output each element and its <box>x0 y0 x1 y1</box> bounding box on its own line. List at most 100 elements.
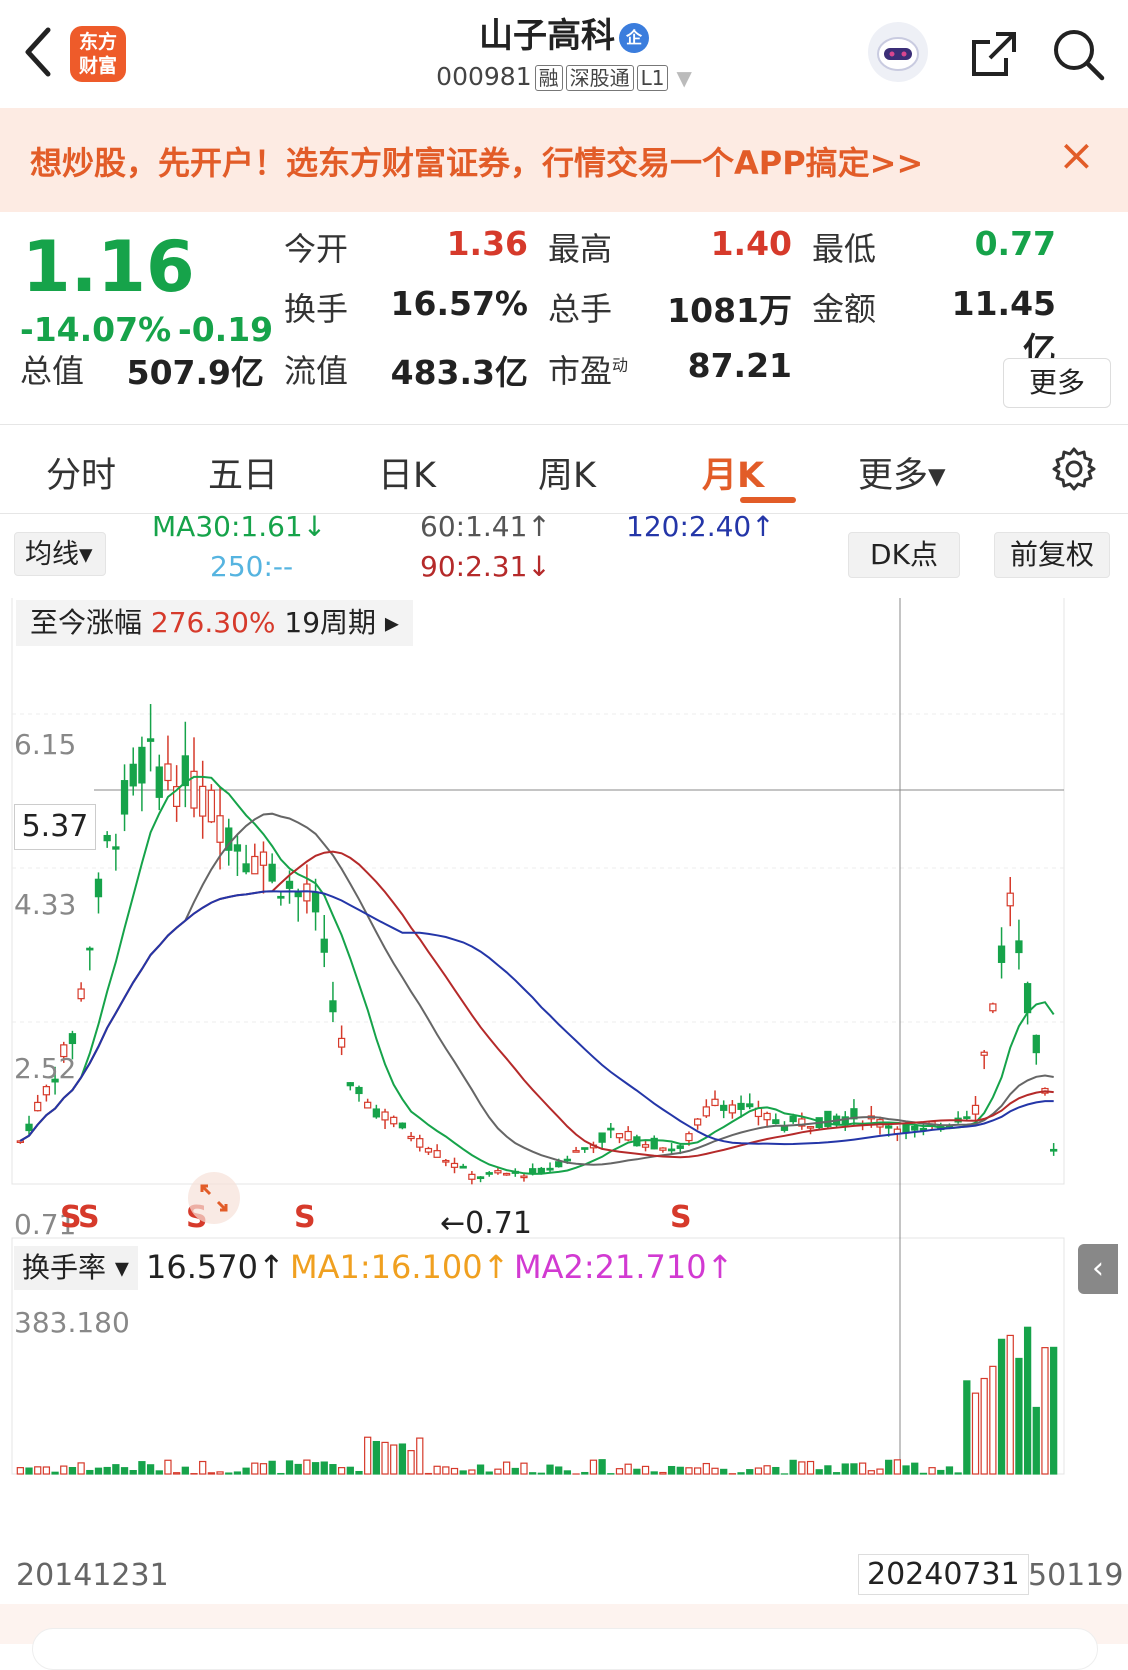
volume-bar <box>556 1467 562 1474</box>
volume-bar <box>816 1470 822 1474</box>
kline-chart[interactable] <box>0 598 1128 1598</box>
adjust-mode-button[interactable]: 前复权 <box>994 532 1110 578</box>
candle-body <box>69 1034 75 1044</box>
share-icon[interactable] <box>968 28 1020 80</box>
candle-body <box>738 1103 744 1109</box>
volume-bar <box>634 1469 640 1474</box>
volume-bar <box>868 1471 874 1474</box>
volume-bar <box>625 1464 631 1474</box>
volume-bar <box>1007 1335 1013 1474</box>
ma-selector[interactable]: 均线▾ <box>14 532 106 576</box>
volume-bar <box>295 1464 301 1474</box>
sell-signal-mark[interactable]: S <box>670 1200 692 1235</box>
candle-body <box>556 1162 562 1167</box>
volume-bar <box>417 1438 423 1474</box>
candle-body <box>165 764 171 781</box>
tab-five-day[interactable]: 五日 <box>208 447 278 498</box>
candle-body <box>113 847 119 849</box>
candle-body <box>972 1105 978 1114</box>
candle-body <box>582 1148 588 1150</box>
candle-body <box>278 897 284 899</box>
more-quote-button[interactable]: 更多 <box>1003 358 1111 408</box>
volume-bar <box>1033 1407 1039 1474</box>
candle-body <box>616 1134 622 1138</box>
volume-bar <box>252 1463 258 1474</box>
candle-body <box>495 1171 501 1173</box>
candle-body <box>643 1145 649 1147</box>
volume-bar <box>478 1465 484 1474</box>
close-icon[interactable]: × <box>1058 134 1095 178</box>
dk-point-button[interactable]: DK点 <box>848 532 960 578</box>
volume-bar <box>860 1463 866 1474</box>
volume-bar <box>773 1468 779 1474</box>
volume-bar <box>764 1466 770 1474</box>
candle-body <box>886 1126 892 1128</box>
volume-value: 1081万 <box>660 284 792 332</box>
volume-bar <box>243 1468 249 1474</box>
candle-body <box>999 946 1005 962</box>
candle-body <box>122 781 128 814</box>
candle-body <box>356 1088 362 1094</box>
candle-body <box>35 1102 41 1110</box>
volume-bar <box>373 1442 379 1474</box>
fullscreen-expand-icon[interactable] <box>186 1170 242 1226</box>
candle-body <box>425 1149 431 1153</box>
tab-more[interactable]: 更多▾ <box>858 447 946 498</box>
open-label: 今开 <box>284 224 348 270</box>
candle-body <box>660 1148 666 1150</box>
volume-bar <box>391 1445 397 1474</box>
candle-body <box>686 1134 692 1141</box>
search-icon[interactable] <box>1050 26 1106 82</box>
dropdown-caret-icon: ▼ <box>676 66 691 90</box>
tab-weekly-k[interactable]: 周K <box>538 447 596 498</box>
amount-label: 金额 <box>812 284 876 330</box>
bottom-input-bar[interactable] <box>32 1628 1098 1670</box>
assistant-robot-icon[interactable] <box>868 22 928 82</box>
tab-daily-k[interactable]: 日K <box>378 447 436 498</box>
tab-monthly-k[interactable]: 月K <box>702 447 764 498</box>
stock-subtitle[interactable]: 000981融深股通L1 ▼ <box>0 62 1128 91</box>
volume-bar <box>495 1469 501 1474</box>
volume-bar <box>269 1461 275 1474</box>
candle-body <box>564 1159 570 1161</box>
mcap-label: 总值 <box>20 346 84 392</box>
candle-body <box>790 1116 796 1121</box>
volume-bar <box>182 1467 188 1474</box>
gear-icon[interactable] <box>1050 445 1098 493</box>
sell-signal-mark[interactable]: S <box>294 1200 316 1235</box>
stock-name: 山子高科 <box>479 16 615 56</box>
volume-bar <box>1016 1358 1022 1474</box>
stock-title: 山子高科企 <box>0 8 1128 57</box>
candle-body <box>130 764 136 786</box>
volume-bar <box>130 1471 136 1474</box>
candle-body <box>286 881 292 888</box>
promo-text[interactable]: 想炒股，先开户！选东方财富证券，行情交易一个APP搞定>> <box>30 138 923 184</box>
volume-bar <box>660 1473 666 1474</box>
volume-bar <box>955 1473 961 1474</box>
volume-bar <box>226 1473 232 1474</box>
volume-bar <box>755 1468 761 1474</box>
volume-bar <box>990 1366 996 1474</box>
float-label: 流值 <box>284 346 348 392</box>
volume-max-label: 383.180 <box>14 1306 130 1339</box>
volume-bar <box>139 1462 145 1474</box>
moving-average-line <box>20 891 1053 1144</box>
period-return-label: 至今涨幅 <box>30 606 142 639</box>
candle-body <box>990 1004 996 1011</box>
tab-intraday[interactable]: 分时 <box>46 447 116 498</box>
volume-indicator-selector[interactable]: 换手率 ▾ <box>14 1246 138 1290</box>
candle-body <box>373 1109 379 1117</box>
promo-banner[interactable]: 想炒股，先开户！选东方财富证券，行情交易一个APP搞定>> × <box>0 108 1128 212</box>
candle-body <box>451 1163 457 1167</box>
volume-bar <box>721 1469 727 1474</box>
volume-bar <box>886 1460 892 1474</box>
candle-body <box>78 989 84 999</box>
moving-average-line <box>20 852 1053 1158</box>
collapse-panel-icon[interactable]: ‹ <box>1078 1244 1118 1294</box>
sell-signal-mark[interactable]: S <box>78 1200 100 1235</box>
candle-body <box>391 1117 397 1123</box>
volume-bar <box>590 1460 596 1474</box>
volume-bar <box>217 1472 223 1474</box>
volume-bar <box>521 1463 527 1474</box>
period-return-selector[interactable]: 至今涨幅 276.30% 19周期 ▸ <box>16 600 413 646</box>
